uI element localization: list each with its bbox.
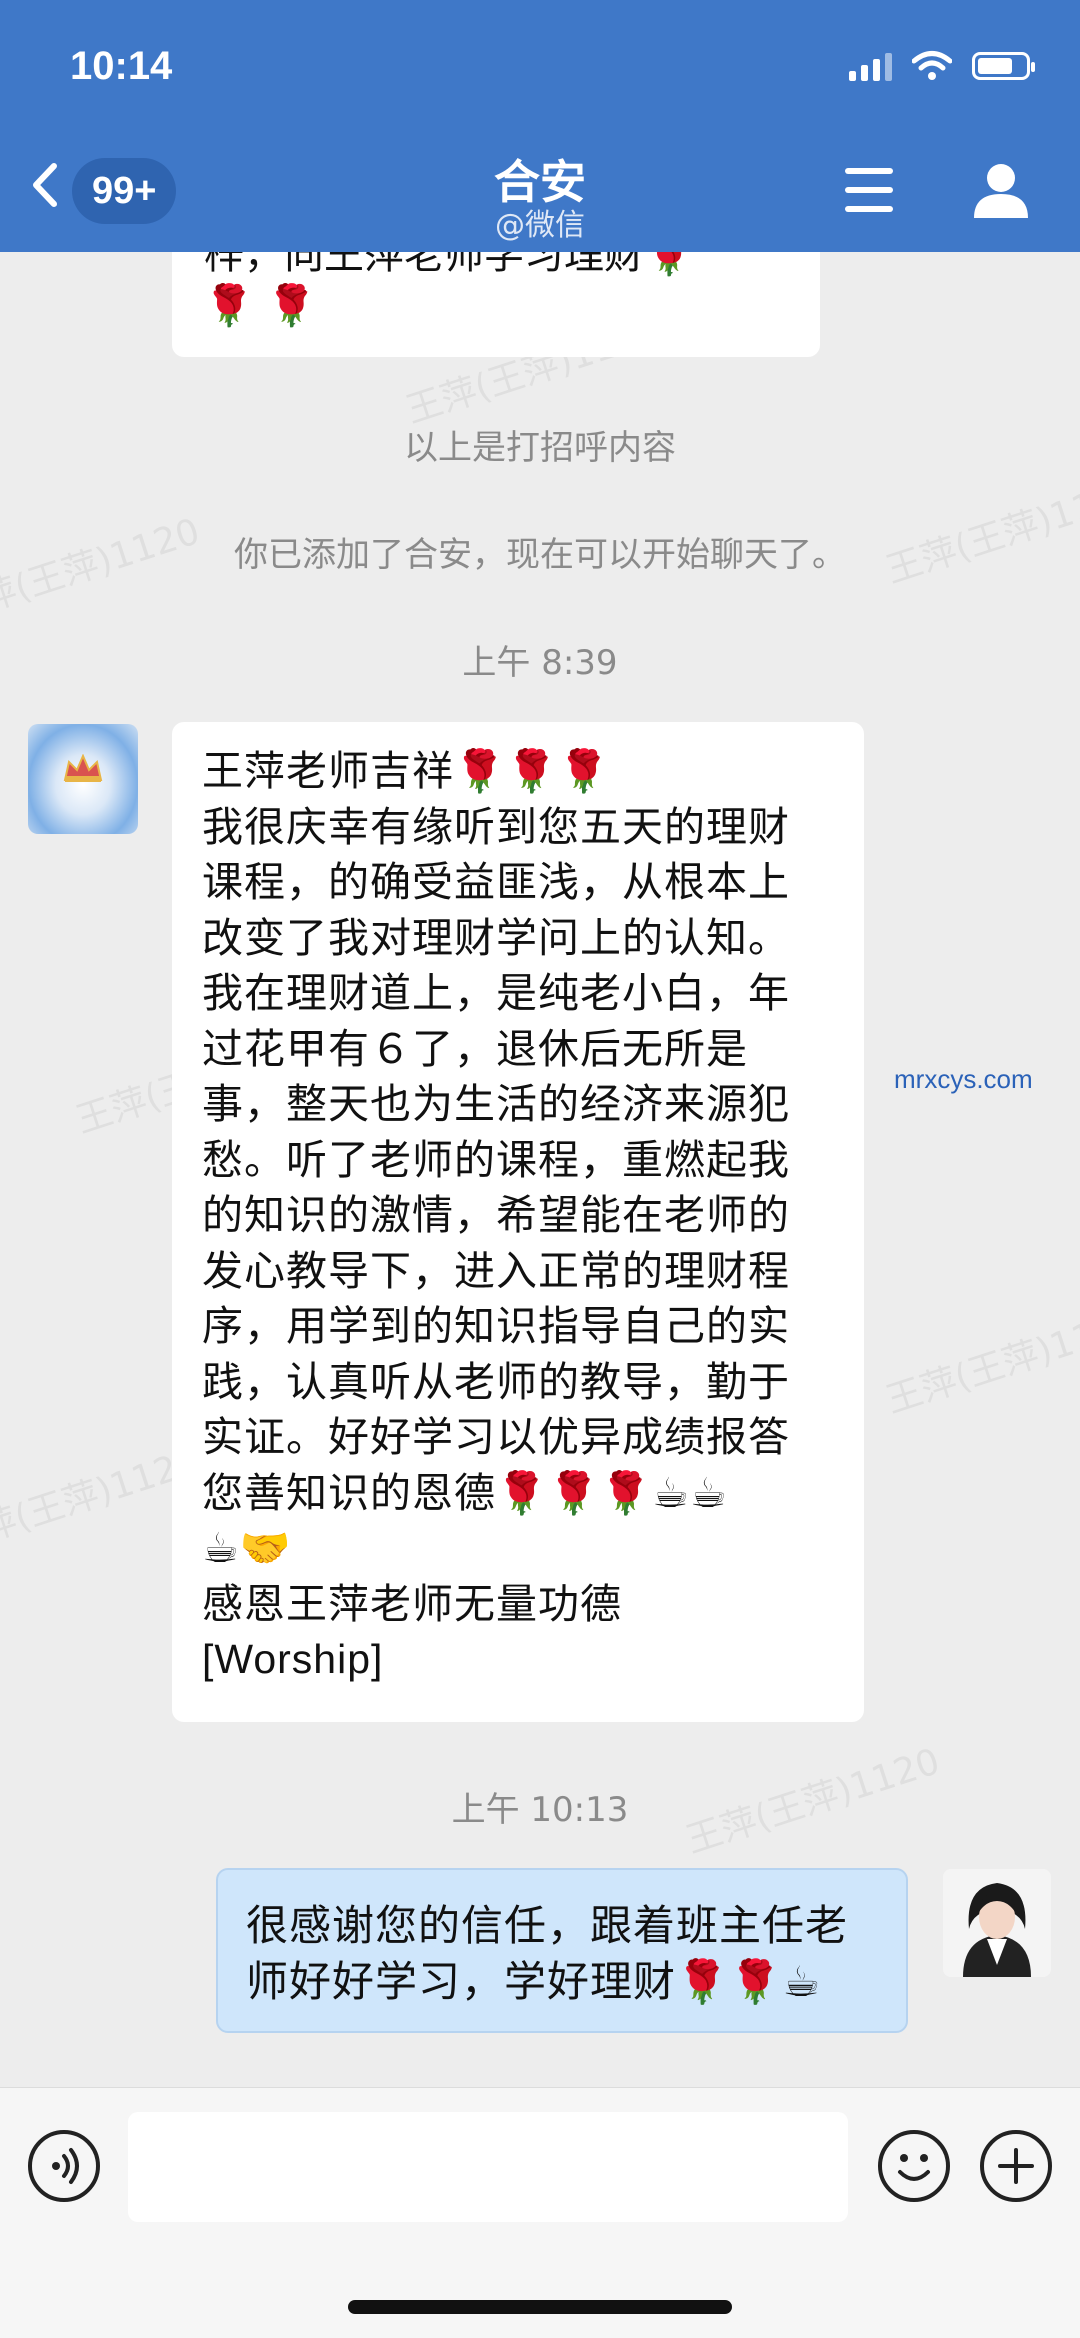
message-line: 课程，的确受益匪浅，从根本上 [202, 858, 790, 906]
input-bar [0, 2087, 1080, 2338]
menu-icon[interactable] [845, 168, 893, 212]
message-line: 师好好学习，学好理财🌹🌹☕ [246, 1957, 822, 2006]
message-line: 我在理财道上，是纯老小白，年 [202, 969, 790, 1017]
message-line: 实证。好好学习以优异成绩报答 [202, 1413, 790, 1461]
message-line: 我很庆幸有缘听到您五天的理财 [202, 802, 790, 851]
message-line: 王萍老师吉祥🌹🌹🌹 [202, 747, 611, 795]
message-line: 事，整天也为生活的经济来源犯 [202, 1080, 790, 1128]
wifi-icon [912, 51, 952, 80]
emoji-icon[interactable] [878, 2130, 950, 2202]
timestamp: 上午 10:13 [451, 1790, 629, 1830]
battery-icon [972, 52, 1035, 80]
system-notice-greeting: 以上是打招呼内容 [404, 428, 676, 468]
chat-subtitle: @微信 [495, 208, 585, 243]
message-line: 发心教导下，进入正常的理财程 [202, 1246, 790, 1295]
message-bubble-outgoing[interactable]: 很感谢您的信任，跟着班主任老 师好好学习，学好理财🌹🌹☕ [216, 1868, 908, 2033]
status-time: 10:14 [70, 44, 173, 88]
message-input[interactable] [128, 2112, 848, 2222]
voice-icon[interactable] [28, 2130, 100, 2202]
signal-icon [849, 51, 892, 81]
message-line: 感恩王萍老师无量功德 [202, 1579, 622, 1628]
system-notice-added: 你已添加了合安，现在可以开始聊天了。 [234, 535, 846, 575]
person-icon[interactable] [972, 162, 1030, 218]
status-icons [849, 50, 1035, 82]
side-link[interactable]: mrxcys.com [894, 1064, 1033, 1095]
plus-icon[interactable] [980, 2130, 1052, 2202]
message-emoji: 🌹 🌹 [204, 283, 317, 329]
message-line: 的知识的激情，希望能在老师的 [202, 1191, 790, 1239]
message-line: 践，认真听从老师的教导，勤于 [202, 1357, 790, 1406]
message-line: ☕🤝 [202, 1524, 292, 1572]
message-line: 改变了我对理财学问上的认知。 [202, 913, 790, 962]
message-bubble-previous[interactable]: 梓，向王萍老师学习理财🌹 🌹 🌹 [172, 252, 820, 357]
message-line: 愁。听了老师的课程，重燃起我 [202, 1135, 790, 1184]
home-indicator [348, 2300, 732, 2314]
watermark: 王萍(王萍)1120 [881, 1301, 1080, 1422]
message-bubble-incoming[interactable]: 王萍老师吉祥🌹🌹🌹 我很庆幸有缘听到您五天的理财 课程，的确受益匪浅，从根本上 … [172, 722, 864, 1722]
message-line: 您善知识的恩德🌹🌹🌹☕☕ [202, 1468, 728, 1517]
message-line: [Worship] [202, 1636, 384, 1682]
chat-area[interactable]: 王萍(王萍)1120 王萍(王萍)1120 王萍(王萍)1120 王萍(王萍)1… [0, 252, 1080, 2087]
contact-avatar[interactable] [28, 724, 138, 834]
timestamp: 上午 8:39 [462, 643, 618, 683]
message-line: 很感谢您的信任，跟着班主任老 [246, 1901, 849, 1950]
message-text: 梓，向王萍老师学习理财🌹 [204, 252, 694, 278]
crown-icon [63, 754, 103, 782]
message-line: 序，用学到的知识指导自己的实 [202, 1302, 790, 1350]
my-avatar[interactable] [943, 1869, 1051, 1977]
top-bar: 10:14 99+ 合安 @微信 [0, 0, 1080, 252]
message-line: 过花甲有６了，退休后无所是 [202, 1024, 748, 1073]
portrait-icon [943, 1869, 1051, 1977]
